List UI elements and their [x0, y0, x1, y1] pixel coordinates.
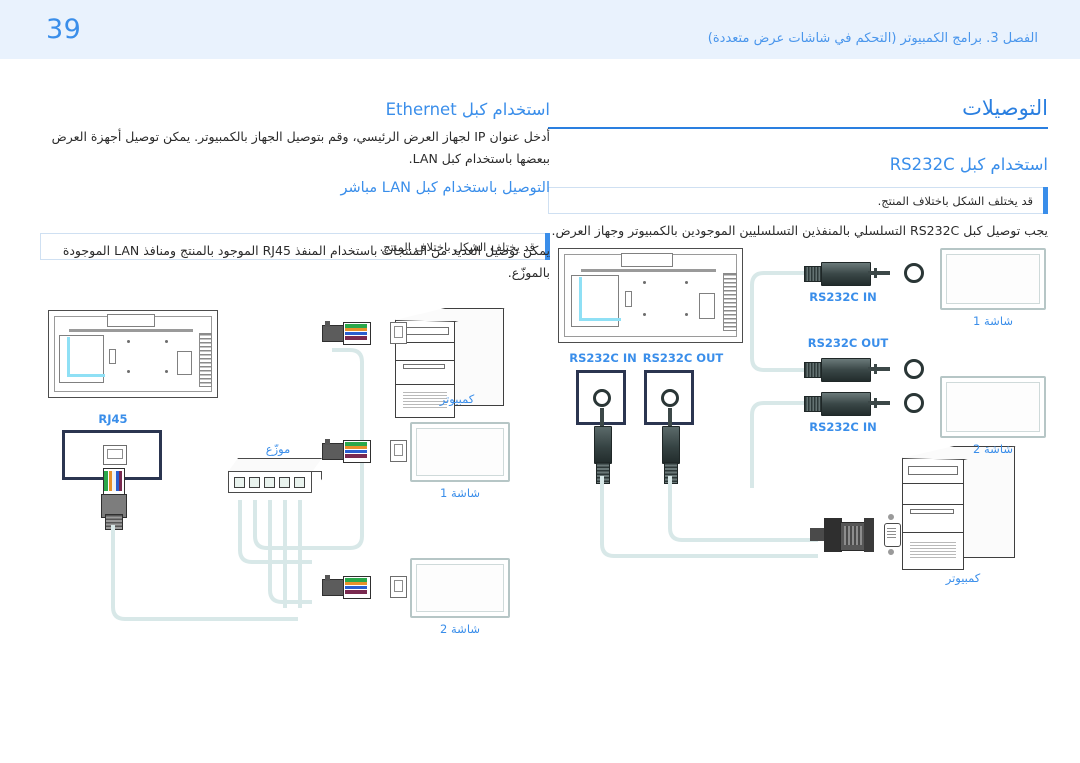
ethernet-body-text: أدخل عنوان IP لجهاز العرض الرئيسي، وقم ب…: [51, 129, 550, 166]
pc-divider: [396, 384, 454, 386]
pc-divider: [396, 360, 454, 362]
rear-panel-port-highlight: [579, 277, 621, 321]
ethernet-body-text-2: يمكن توصيل العديد من المنتجات باستخدام ا…: [62, 243, 550, 280]
rs232c-out-plug-vertical: [660, 408, 680, 484]
wire-green: [104, 471, 108, 491]
wire-brown: [345, 336, 367, 340]
rs232c-note-box: قد يختلف الشكل باختلاف المنتج.: [548, 187, 1048, 214]
rj45-plug-to-screen2: [322, 574, 384, 600]
rear-panel-port-highlight: [67, 337, 105, 377]
rs232c-in-plug-vertical: [592, 408, 612, 484]
rear-panel-small-slot: [625, 291, 632, 307]
rs232c-note-text: قد يختلف الشكل باختلاف المنتج.: [877, 194, 1033, 208]
ethernet-heading: استخدام كبل Ethernet: [385, 100, 550, 119]
label-rs232c-out-port: RS232C OUT: [642, 351, 724, 365]
screen1-monitor-left: [410, 422, 510, 482]
rj45-port: [103, 445, 127, 465]
rear-panel-connector-block: [699, 293, 715, 319]
screen2-monitor-left: [410, 558, 510, 618]
label-screen2: شاشة 2: [973, 442, 1013, 456]
section-title: التوصيلات: [962, 96, 1048, 120]
rear-panel-screw: [643, 281, 646, 284]
chapter-title: الفصل 3. برامج الكمبيوتر (التحكم في شاشا…: [707, 31, 1038, 46]
rj45-clip: [325, 321, 330, 327]
wire-brown: [119, 471, 122, 491]
rs232c-out-jack: [661, 389, 679, 407]
rear-panel-screw: [685, 281, 688, 284]
rj45-clip: [325, 575, 330, 581]
rj45-plug-to-screen1: [322, 438, 384, 464]
label-computer-right: كمبيوتر: [945, 571, 981, 585]
wire-blue: [345, 450, 367, 453]
page-header: 39 الفصل 3. برامج الكمبيوتر (التحكم في ش…: [0, 0, 1080, 59]
rj45-clip: [325, 439, 330, 445]
pc-vent-grill: [910, 542, 956, 560]
rj45-port-screen1: [390, 440, 407, 462]
rj45-port-computer: [390, 322, 407, 344]
plug-tip: [600, 408, 604, 426]
connections-section: التوصيلات: [548, 96, 1048, 129]
rear-panel-small-slot: [109, 349, 116, 364]
pc-side-panel: [963, 446, 1015, 558]
label-computer-left: كمبيوتر: [439, 392, 475, 406]
label-screen2-left: شاشة 2: [440, 622, 480, 636]
page-number: 39: [46, 14, 82, 45]
ethernet-subsection: استخدام كبل Ethernet أدخل عنوان IP لجهاز…: [40, 100, 550, 170]
wire-orange: [345, 328, 367, 331]
wire-blue: [345, 586, 367, 589]
plug-barrel: [662, 426, 680, 464]
display-rear-panel: [558, 248, 743, 343]
rear-panel-screw: [685, 313, 688, 316]
ethernet-diagram: RJ45 موزّع كمبيوتر شاشة 1 شاشة 2: [40, 300, 550, 640]
plug-tip: [668, 408, 672, 426]
plug-barrel: [594, 426, 612, 464]
rj45-port-screen2: [390, 576, 407, 598]
pc-bay: [910, 509, 954, 514]
rs232c-heading: استخدام كبل RS232C: [889, 155, 1048, 174]
rs232c-diagram: RS232C IN RS232C OUT كمبيوتر RS232C IN ش…: [548, 248, 1048, 598]
rs232c-in-jack: [593, 389, 611, 407]
rs232c-subsection: استخدام كبل RS232C: [548, 155, 1048, 174]
pc-serial-port: [884, 514, 901, 558]
rear-panel-bar: [69, 329, 193, 332]
label-screen1-left: شاشة 1: [440, 486, 480, 500]
wire-orange: [345, 446, 367, 449]
label-rs232c-in-port: RS232C IN: [569, 351, 637, 365]
rear-panel-top-slot: [107, 314, 155, 327]
rear-panel-bar: [581, 269, 716, 272]
pc-divider: [903, 532, 963, 534]
screen1-monitor: [940, 248, 1046, 310]
rear-panel-screw: [127, 340, 130, 343]
rear-panel-screw: [127, 370, 130, 373]
label-screen1: شاشة 1: [973, 314, 1013, 328]
pc-bay: [403, 364, 445, 369]
label-rj45: RJ45: [98, 412, 128, 426]
screen2-monitor: [940, 376, 1046, 438]
cable-rs232c-chain: [728, 248, 928, 508]
wire-brown: [345, 454, 367, 458]
wire-blue: [345, 332, 367, 335]
section-rule: [548, 127, 1048, 129]
rj45-plug-to-computer: [322, 320, 384, 346]
wire-orange: [345, 582, 367, 585]
wire-brown: [345, 590, 367, 594]
lan-direct-heading: التوصيل باستخدام كبل LAN مباشر: [340, 180, 550, 196]
dsub-connector: [810, 516, 876, 556]
lan-direct-subsection: التوصيل باستخدام كبل LAN مباشر: [40, 180, 550, 196]
rs232c-body-text: يجب توصيل كبل RS232C التسلسلي بالمنفذين …: [551, 223, 1048, 238]
rear-panel-top-slot: [621, 253, 673, 267]
rj45-plug-vertical: [100, 468, 127, 530]
rear-panel-screw: [643, 313, 646, 316]
pc-optical-drive: [401, 327, 449, 335]
